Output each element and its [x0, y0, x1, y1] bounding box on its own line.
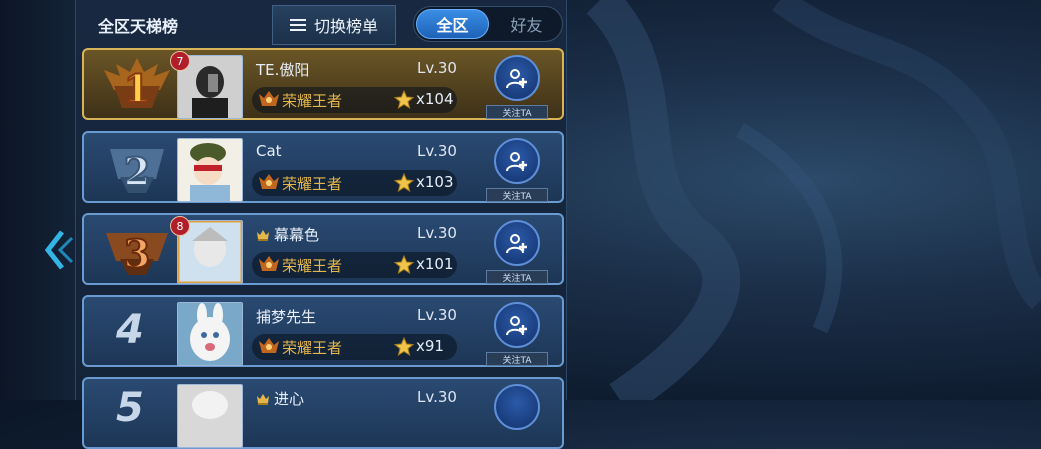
leaderboard-row[interactable]: 4 捕梦先生 Lv.30 荣耀王者 x91 关注TA [82, 295, 564, 367]
avatar[interactable] [177, 384, 243, 448]
scope-toggle: 全区 好友 [413, 6, 563, 42]
leaderboard-row[interactable]: 3 8 幕幕色 Lv.30 荣耀王者 x101 关注TA [82, 213, 564, 285]
avatar[interactable] [177, 138, 243, 202]
tier-name: 荣耀王者 [282, 339, 343, 357]
rank-2-badge-icon: 2 [110, 148, 164, 195]
player-name: 幕幕色 [274, 226, 320, 244]
rank-number: 4 [116, 307, 144, 353]
rank-1-badge-icon: 1 [104, 58, 170, 112]
switch-board-button[interactable]: 切换榜单 [272, 5, 396, 45]
add-user-icon [506, 234, 527, 254]
add-user-icon [506, 69, 527, 89]
player-name: Cat [256, 142, 282, 160]
tab-friends[interactable]: 好友 [491, 7, 562, 41]
left-strip [0, 0, 75, 400]
follow-button[interactable] [494, 220, 540, 266]
add-user-icon [506, 152, 527, 172]
tab-all-region[interactable]: 全区 [416, 9, 489, 39]
switch-board-label: 切换榜单 [313, 17, 378, 36]
star-count: x101 [416, 255, 454, 273]
follow-button[interactable] [494, 384, 540, 430]
follow-label[interactable]: 关注TA [486, 352, 548, 366]
leaderboard-row[interactable]: 1 7 TE.傲阳 Lv.30 荣耀王者 x104 关注TA [82, 48, 564, 120]
player-name: 进心 [274, 390, 305, 408]
tier-name: 荣耀王者 [282, 175, 343, 193]
star-count: x91 [416, 337, 444, 355]
leaderboard-header: 全区天梯榜 切换榜单 全区 好友 [76, 0, 566, 46]
background-emblem [586, 0, 1041, 400]
player-level: Lv.30 [417, 306, 457, 324]
tier-name: 荣耀王者 [282, 257, 343, 275]
follow-label[interactable]: 关注TA [486, 105, 548, 119]
player-name-group: 进心 [256, 388, 304, 409]
star-icon [394, 337, 414, 357]
svg-text:1: 1 [124, 66, 150, 111]
king-tier-icon [259, 91, 279, 106]
tier-name: 荣耀王者 [282, 92, 343, 110]
king-tier-icon [259, 174, 279, 189]
leaderboard-row[interactable]: 2 Cat Lv.30 荣耀王者 x103 关注TA [82, 131, 564, 203]
follow-label[interactable]: 关注TA [486, 270, 548, 284]
board-title: 全区天梯榜 [98, 17, 179, 36]
player-level: Lv.30 [417, 224, 457, 242]
follow-label[interactable]: 关注TA [486, 188, 548, 202]
player-level: Lv.30 [417, 59, 457, 77]
avatar-level-badge: 8 [170, 216, 190, 236]
player-name: TE.傲阳 [256, 61, 310, 79]
tier-box: 荣耀王者 x104 [252, 87, 457, 113]
player-level: Lv.30 [417, 142, 457, 160]
star-count: x104 [416, 90, 454, 108]
king-tier-icon [259, 256, 279, 271]
chevron-left-icon[interactable] [40, 228, 76, 272]
player-name: 捕梦先生 [256, 308, 317, 326]
crown-icon [257, 393, 269, 405]
avatar-level-badge: 7 [170, 51, 190, 71]
tier-box: 荣耀王者 x103 [252, 170, 457, 196]
follow-button[interactable] [494, 138, 540, 184]
player-level: Lv.30 [417, 388, 457, 406]
star-icon [394, 173, 414, 193]
rank-number: 5 [116, 385, 144, 431]
tier-box: 荣耀王者 x101 [252, 252, 457, 278]
king-tier-icon [259, 338, 279, 353]
crown-icon [257, 229, 269, 241]
leaderboard-row[interactable]: 5 进心 Lv.30 [82, 377, 564, 449]
player-name-group: 幕幕色 [256, 224, 319, 245]
svg-text:3: 3 [124, 231, 150, 276]
tier-box: 荣耀王者 x91 [252, 334, 457, 360]
star-count: x103 [416, 173, 454, 191]
star-icon [394, 90, 414, 110]
add-user-icon [506, 316, 527, 336]
follow-button[interactable] [494, 55, 540, 101]
avatar[interactable] [177, 302, 243, 366]
follow-button[interactable] [494, 302, 540, 348]
svg-text:2: 2 [124, 149, 150, 194]
list-icon [289, 18, 306, 32]
rank-3-badge-icon: 3 [106, 230, 168, 277]
star-icon [394, 255, 414, 275]
leaderboard-panel: 全区天梯榜 切换榜单 全区 好友 1 7 TE.傲阳 Lv.30 荣耀王者 x1… [75, 0, 567, 449]
